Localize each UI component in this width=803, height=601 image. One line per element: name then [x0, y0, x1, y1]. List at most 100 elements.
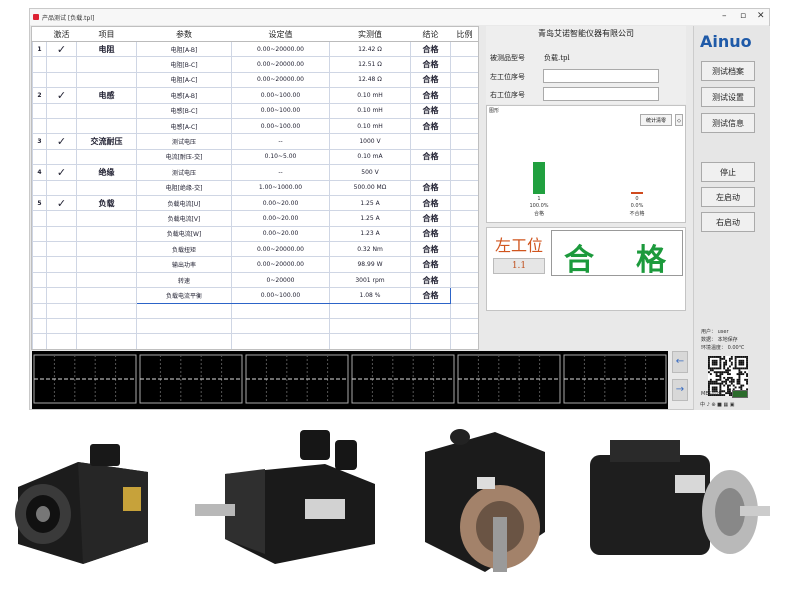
table-row[interactable]: 4 ✓ 绝缘 测试电压 -- 500 V — [32, 164, 478, 181]
verdict-cell: 合格 — [410, 56, 451, 73]
ratio-cell — [450, 256, 478, 273]
row-index — [32, 256, 47, 273]
measured-value-cell: 1000 V — [329, 133, 411, 150]
table-row[interactable]: 负载电流[W] 0.00~20.00 1.23 A 合格 — [32, 225, 478, 243]
ratio-cell — [450, 333, 478, 349]
table-row[interactable] — [32, 333, 478, 349]
pass-label: 合格 — [533, 211, 544, 217]
active-checkbox[interactable] — [46, 256, 77, 273]
left-serial-input[interactable] — [543, 69, 659, 83]
fail-count: 0 — [635, 196, 639, 202]
param-cell: 输出功率 — [136, 256, 232, 273]
measured-value-cell: 1.08 % — [329, 287, 411, 304]
clear-stats-button[interactable]: 统计清零 — [640, 114, 672, 126]
active-checkbox[interactable]: ✓ — [46, 40, 77, 58]
active-checkbox[interactable] — [46, 102, 77, 119]
ratio-cell — [450, 210, 478, 227]
mes-sync-indicator — [732, 390, 748, 398]
ratio-cell — [450, 40, 478, 58]
active-checkbox[interactable] — [46, 333, 77, 349]
param-cell: 负载电流[W] — [136, 225, 232, 243]
active-checkbox[interactable]: ✓ — [46, 133, 77, 150]
item-cell — [76, 318, 137, 335]
active-checkbox[interactable] — [46, 56, 77, 73]
scroll-left-button[interactable]: ← — [672, 351, 688, 373]
left-serial-label: 左工位序号 — [490, 73, 525, 81]
ratio-cell — [450, 194, 478, 212]
active-checkbox[interactable] — [46, 210, 77, 227]
table-row[interactable]: 电感[A-C] 0.00~100.00 0.10 mH 合格 — [32, 117, 478, 135]
active-checkbox[interactable] — [46, 225, 77, 243]
table-row[interactable] — [32, 348, 478, 349]
table-row[interactable]: 3 ✓ 交流耐压 测试电压 -- 1000 V — [32, 133, 478, 150]
test-settings-button[interactable]: 测试设置 — [701, 87, 755, 107]
language-toolbar[interactable]: 中 ♪ ⊕ ■ ▦ ▣ — [700, 401, 735, 408]
active-checkbox[interactable] — [46, 271, 77, 289]
verdict-cell: 合格 — [410, 271, 451, 289]
active-checkbox[interactable] — [46, 179, 77, 196]
measured-value-cell: 1.25 A — [329, 210, 411, 227]
active-checkbox[interactable] — [46, 302, 77, 320]
chart-scroll-icon[interactable]: ◇ — [675, 114, 683, 126]
result-status-panel: 左工位 1.1 合 格 — [486, 227, 686, 311]
row-index — [32, 148, 47, 166]
measured-value-cell: 3001 rpm — [329, 271, 411, 289]
item-cell — [76, 148, 137, 166]
verdict-cell: 合格 — [410, 287, 451, 304]
ratio-cell — [450, 71, 478, 89]
left-start-button[interactable]: 左启动 — [701, 187, 755, 207]
active-checkbox[interactable] — [46, 71, 77, 89]
table-row[interactable] — [32, 302, 478, 320]
active-checkbox[interactable] — [46, 348, 77, 349]
item-cell — [76, 117, 137, 135]
param-cell — [136, 348, 232, 349]
active-checkbox[interactable] — [46, 241, 77, 258]
active-checkbox[interactable] — [46, 287, 77, 304]
verdict-cell: 合格 — [410, 71, 451, 89]
table-row[interactable]: 5 ✓ 负载 负载电流[U] 0.00~20.00 1.25 A 合格 — [32, 194, 478, 212]
right-start-button[interactable]: 右启动 — [701, 212, 755, 232]
maximize-icon[interactable]: ▫ — [740, 11, 746, 21]
active-checkbox[interactable]: ✓ — [46, 87, 77, 104]
table-row[interactable]: 电感[B-C] 0.00~100.00 0.10 mH 合格 — [32, 102, 478, 119]
item-cell: 负载 — [76, 194, 137, 212]
mes-sync-label: MES同步： — [701, 391, 727, 397]
scroll-right-button[interactable]: → — [672, 379, 688, 401]
table-row[interactable]: 电阻[绝缘-交] 1.00~1000.00 500.00 MΩ 合格 — [32, 179, 478, 196]
row-index — [32, 271, 47, 289]
table-row[interactable]: 电流[耐压-交] 0.10~5.00 0.10 mA 合格 — [32, 148, 478, 166]
table-row[interactable]: 负载扭矩 0.00~20000.00 0.32 Nm 合格 — [32, 241, 478, 258]
verdict-cell — [410, 302, 451, 320]
stop-button[interactable]: 停止 — [701, 162, 755, 182]
active-checkbox[interactable] — [46, 117, 77, 135]
ratio-cell — [450, 164, 478, 181]
right-serial-input[interactable] — [543, 87, 659, 101]
test-archive-button[interactable]: 测试档案 — [701, 61, 755, 81]
header-param: 参数 — [136, 27, 232, 42]
table-row[interactable]: 电阻[B-C] 0.00~20000.00 12.51 Ω 合格 — [32, 56, 478, 73]
item-cell — [76, 102, 137, 119]
active-checkbox[interactable] — [46, 318, 77, 335]
table-row[interactable]: 转速 0~20000 3001 rpm 合格 — [32, 271, 478, 289]
table-row[interactable]: 负载电流平衡 0.00~100.00 1.08 % 合格 — [32, 287, 478, 304]
item-cell — [76, 56, 137, 73]
param-cell — [136, 333, 232, 349]
item-cell: 交流耐压 — [76, 133, 137, 150]
table-row[interactable] — [32, 318, 478, 335]
verdict-cell — [410, 333, 451, 349]
table-row[interactable]: 负载电流[V] 0.00~20.00 1.25 A 合格 — [32, 210, 478, 227]
close-icon[interactable]: ✕ — [757, 11, 765, 21]
chart-tab[interactable]: 图形 — [489, 107, 499, 114]
test-info-button[interactable]: 测试信息 — [701, 113, 755, 133]
item-cell — [76, 256, 137, 273]
header-measured: 实测值 — [329, 27, 411, 42]
minimize-icon[interactable]: – — [722, 11, 727, 21]
table-row[interactable]: 2 ✓ 电感 电感[A-B] 0.00~100.00 0.10 mH 合格 — [32, 87, 478, 104]
table-row[interactable]: 电阻[A-C] 0.00~20000.00 12.48 Ω 合格 — [32, 71, 478, 89]
set-value-cell: -- — [231, 164, 330, 181]
table-row[interactable]: 输出功率 0.00~20000.00 98.99 W 合格 — [32, 256, 478, 273]
active-checkbox[interactable] — [46, 148, 77, 166]
active-checkbox[interactable]: ✓ — [46, 164, 77, 181]
active-checkbox[interactable]: ✓ — [46, 194, 77, 212]
table-row[interactable]: 1 ✓ 电阻 电阻[A-B] 0.00~20000.00 12.42 Ω 合格 — [32, 40, 478, 58]
